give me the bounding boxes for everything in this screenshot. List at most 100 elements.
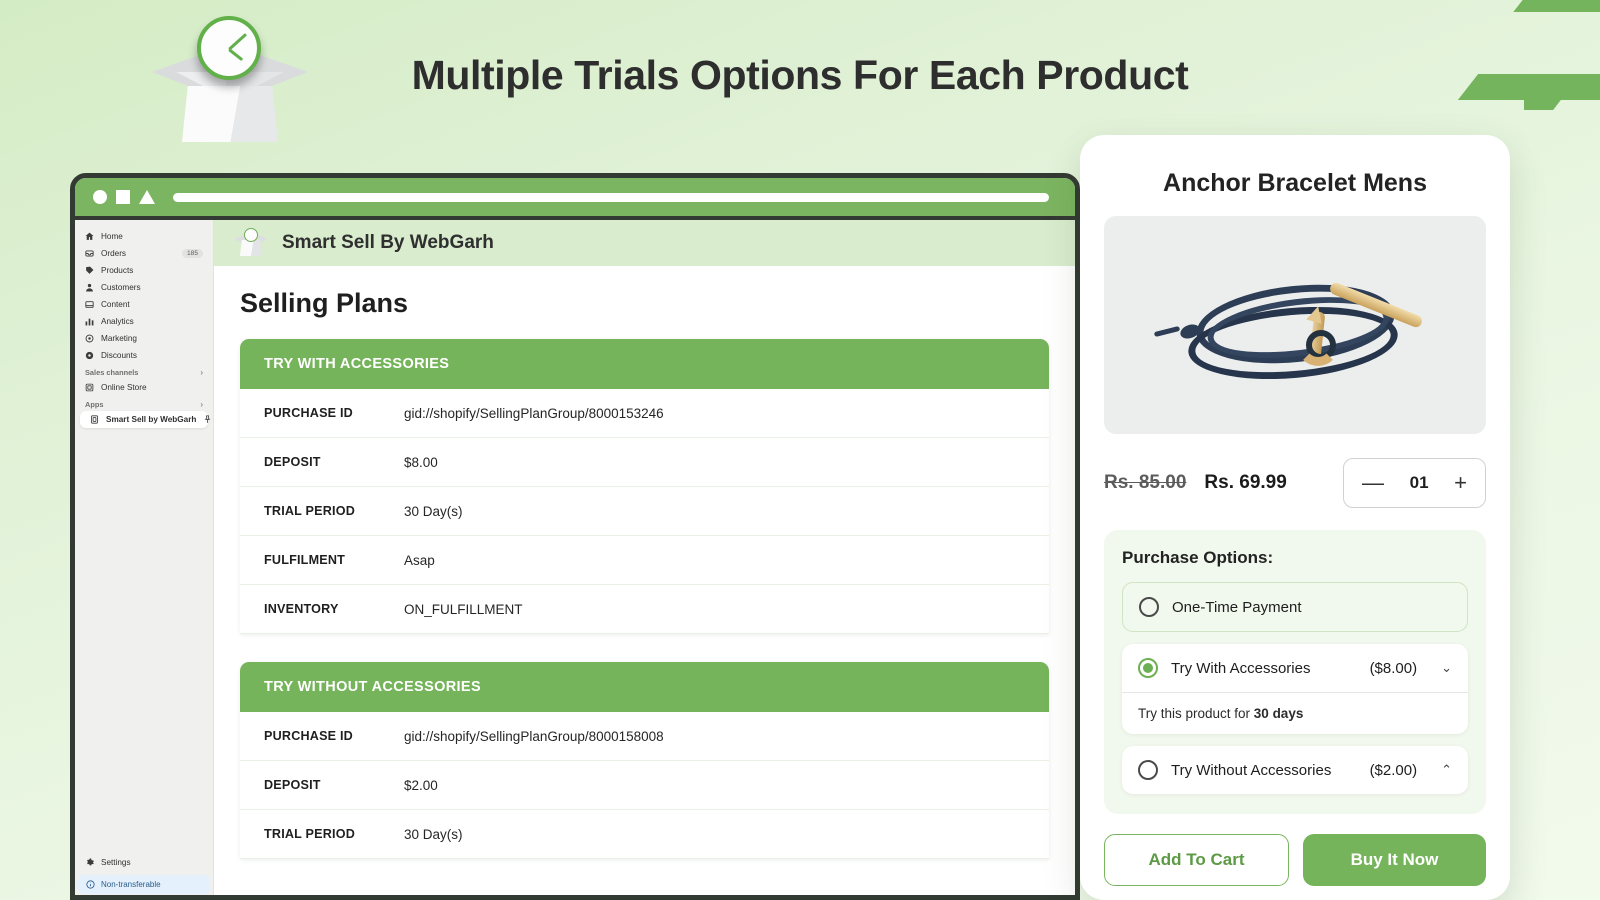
table-row: DEPOSIT $8.00	[240, 438, 1049, 487]
info-icon	[86, 880, 95, 889]
page-title: Multiple Trials Options For Each Product	[0, 52, 1600, 99]
row-key: PURCHASE ID	[264, 729, 404, 743]
cta-buttons: Add To Cart Buy It Now	[1104, 834, 1486, 886]
window-circle-icon[interactable]	[93, 190, 107, 204]
row-key: INVENTORY	[264, 602, 404, 616]
sidebar-section-sales-channels[interactable]: Sales channels ›	[75, 364, 213, 379]
quantity-stepper[interactable]: — 01 +	[1343, 458, 1486, 508]
address-bar[interactable]	[173, 193, 1049, 202]
row-key: TRIAL PERIOD	[264, 827, 404, 841]
option-label: Try Without Accessories	[1171, 762, 1331, 779]
selling-plans-page: Selling Plans TRY WITH ACCESSORIES PURCH…	[214, 266, 1075, 900]
sidebar-item-home[interactable]: Home	[75, 228, 213, 245]
purchase-options-heading: Purchase Options:	[1122, 548, 1468, 568]
old-price: Rs. 85.00	[1104, 472, 1186, 494]
purchase-options-panel: Purchase Options: One-Time Payment Try W…	[1104, 530, 1486, 814]
sidebar-item-discounts[interactable]: Discounts	[75, 347, 213, 364]
plan-heading: TRY WITHOUT ACCESSORIES	[240, 662, 1049, 712]
sidebar-item-label: Orders	[101, 249, 126, 258]
sidebar-item-content[interactable]: Content	[75, 296, 213, 313]
sidebar-item-label: Settings	[101, 858, 131, 867]
home-icon	[85, 232, 94, 241]
product-title: Anchor Bracelet Mens	[1104, 169, 1486, 198]
analytics-icon	[85, 317, 94, 326]
option-description: Try this product for 30 days	[1122, 692, 1468, 734]
window-square-icon[interactable]	[116, 190, 130, 204]
page-heading: Selling Plans	[214, 288, 1075, 339]
option-price: ($2.00)	[1370, 762, 1418, 779]
sidebar-item-label: Products	[101, 266, 133, 275]
browser-window: Home Orders 185 Products Customers Conte…	[70, 173, 1080, 900]
radio-icon[interactable]	[1139, 597, 1159, 617]
browser-chrome	[75, 178, 1075, 220]
row-key: FULFILMENT	[264, 553, 404, 567]
add-to-cart-button[interactable]: Add To Cart	[1104, 834, 1289, 886]
window-triangle-icon[interactable]	[139, 190, 155, 204]
quantity-decrement-button[interactable]: —	[1362, 472, 1384, 494]
sidebar-item-label: Marketing	[101, 334, 137, 343]
non-transferable-badge: Non-transferable	[78, 875, 210, 894]
sales-channels-label: Sales channels	[85, 368, 138, 377]
orders-icon	[85, 249, 94, 258]
content-icon	[85, 300, 94, 309]
plan-heading: TRY WITH ACCESSORIES	[240, 339, 1049, 389]
product-image	[1104, 216, 1486, 434]
chevron-right-icon: ›	[200, 368, 203, 377]
selling-plan-card: TRY WITH ACCESSORIES PURCHASE ID gid://s…	[240, 339, 1049, 634]
option-label: Try With Accessories	[1171, 660, 1310, 677]
selling-plan-card: TRY WITHOUT ACCESSORIES PURCHASE ID gid:…	[240, 662, 1049, 859]
products-icon	[85, 266, 94, 275]
option-description-days: 30 days	[1254, 706, 1304, 721]
buy-it-now-button[interactable]: Buy It Now	[1303, 834, 1486, 886]
new-price: Rs. 69.99	[1204, 472, 1286, 494]
table-row: PURCHASE ID gid://shopify/SellingPlanGro…	[240, 712, 1049, 761]
row-value: 30 Day(s)	[404, 504, 463, 519]
app-content: Smart Sell By WebGarh Selling Plans TRY …	[214, 220, 1075, 900]
customers-icon	[85, 283, 94, 292]
non-transferable-label: Non-transferable	[101, 880, 161, 889]
table-row: DEPOSIT $2.00	[240, 761, 1049, 810]
sidebar-item-analytics[interactable]: Analytics	[75, 313, 213, 330]
sidebar-item-smart-sell-by-webgarh[interactable]: Smart Sell by WebGarh	[80, 411, 208, 428]
row-key: DEPOSIT	[264, 778, 404, 792]
chevron-down-icon[interactable]: ⌄	[1441, 660, 1452, 676]
table-row: FULFILMENT Asap	[240, 536, 1049, 585]
sidebar-item-label: Smart Sell by WebGarh	[106, 415, 196, 424]
quantity-increment-button[interactable]: +	[1454, 472, 1467, 494]
row-value: Asap	[404, 553, 435, 568]
sidebar-item-customers[interactable]: Customers	[75, 279, 213, 296]
table-row: TRIAL PERIOD 30 Day(s)	[240, 810, 1049, 859]
sidebar-item-label: Online Store	[101, 383, 147, 392]
sidebar: Home Orders 185 Products Customers Conte…	[75, 220, 214, 900]
radio-icon-selected[interactable]	[1138, 658, 1158, 678]
sidebar-section-apps[interactable]: Apps ›	[75, 396, 213, 411]
row-value: 30 Day(s)	[404, 827, 463, 842]
row-value: $2.00	[404, 778, 438, 793]
sidebar-item-products[interactable]: Products	[75, 262, 213, 279]
row-key: DEPOSIT	[264, 455, 404, 469]
purchase-option-try-with-accessories[interactable]: Try With Accessories ($8.00) ⌄ Try this …	[1122, 644, 1468, 734]
sidebar-item-settings[interactable]: Settings	[75, 854, 213, 871]
gear-icon	[85, 858, 94, 867]
option-description-text: Try this product for	[1138, 706, 1254, 721]
pin-icon[interactable]	[203, 415, 212, 424]
purchase-option-try-without-accessories[interactable]: Try Without Accessories ($2.00) ⌃	[1122, 746, 1468, 794]
app-logo-icon	[234, 228, 268, 258]
row-value: $8.00	[404, 455, 438, 470]
radio-icon[interactable]	[1138, 760, 1158, 780]
chevron-up-icon[interactable]: ⌃	[1441, 762, 1452, 778]
sidebar-item-label: Content	[101, 300, 130, 309]
discounts-icon	[85, 351, 94, 360]
option-label: One-Time Payment	[1172, 599, 1302, 616]
sidebar-item-marketing[interactable]: Marketing	[75, 330, 213, 347]
sidebar-item-orders[interactable]: Orders 185	[75, 245, 213, 262]
sidebar-item-online-store[interactable]: Online Store	[75, 379, 213, 396]
row-value: gid://shopify/SellingPlanGroup/800015324…	[404, 406, 664, 421]
apps-label: Apps	[85, 400, 103, 409]
option-price: ($8.00)	[1370, 660, 1418, 677]
row-value: ON_FULFILLMENT	[404, 602, 523, 617]
table-row: PURCHASE ID gid://shopify/SellingPlanGro…	[240, 389, 1049, 438]
quantity-value: 01	[1410, 473, 1429, 493]
purchase-option-one-time-payment[interactable]: One-Time Payment	[1122, 582, 1468, 632]
price-row: Rs. 85.00 Rs. 69.99 — 01 +	[1104, 458, 1486, 508]
